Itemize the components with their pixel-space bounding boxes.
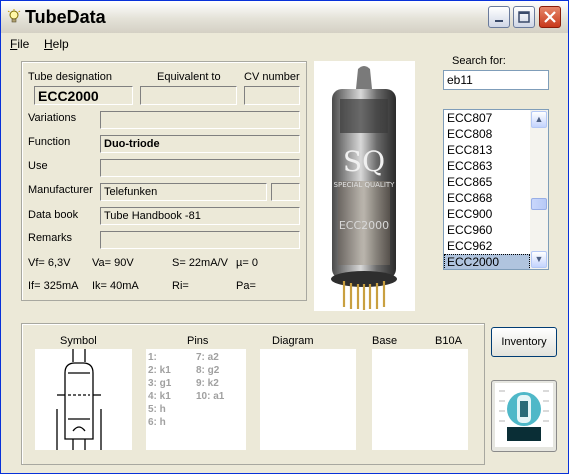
list-item[interactable]: ECC960 <box>444 222 530 238</box>
function-label: Function <box>28 136 71 148</box>
close-button[interactable] <box>539 6 561 28</box>
s-value: S= 22mA/V <box>172 257 228 269</box>
scroll-thumb[interactable] <box>531 198 547 210</box>
cv-number-label: CV number <box>244 71 300 83</box>
symbol-panel <box>35 349 132 450</box>
pins-panel: 1: 2: k1 3: g1 4: k1 5: h 6: h 7: a2 8: … <box>146 349 246 450</box>
variations-field[interactable] <box>100 111 300 129</box>
scroll-up-button[interactable]: ▲ <box>531 111 547 128</box>
base-value: B10A <box>435 335 462 347</box>
maximize-icon <box>518 11 530 23</box>
pin-entry: 1: <box>148 352 157 363</box>
title-bar[interactable]: TubeData <box>1 1 568 33</box>
menu-help[interactable]: Help <box>44 37 69 51</box>
if-value: If= 325mA <box>28 280 79 292</box>
minimize-button[interactable] <box>488 6 510 28</box>
window-title: TubeData <box>25 7 106 27</box>
pa-value: Pa= <box>236 280 256 292</box>
maximize-button[interactable] <box>513 6 535 28</box>
diagram-panel <box>260 349 356 450</box>
function-field[interactable]: Duo-triode <box>100 135 300 153</box>
minimize-icon <box>495 20 503 22</box>
pin-entry: 6: h <box>148 417 166 428</box>
list-item[interactable]: ECC962 <box>444 238 530 254</box>
tube-logo-icon <box>495 383 553 447</box>
variations-label: Variations <box>28 112 77 124</box>
use-label: Use <box>28 160 48 172</box>
chevron-up-icon: ▲ <box>534 114 544 124</box>
base-label: Base <box>372 335 398 347</box>
tube-photo: SQ SPECIAL QUALITY ECC2000 <box>314 61 415 311</box>
list-item-selected[interactable]: ECC2000 <box>444 254 530 269</box>
databook-label: Data book <box>28 209 79 221</box>
vf-value: Vf= 6,3V <box>28 257 71 269</box>
logo-button[interactable] <box>491 380 557 452</box>
menu-file[interactable]: File <box>10 37 29 51</box>
manufacturer-field[interactable]: Telefunken <box>100 183 267 201</box>
list-item[interactable]: ECC863 <box>444 158 530 174</box>
list-scrollbar[interactable]: ▲ ▼ <box>530 110 548 269</box>
symbol-label: Symbol <box>60 335 97 347</box>
pin-entry: 3: g1 <box>148 378 172 389</box>
tube-designation-field[interactable]: ECC2000 <box>34 86 133 105</box>
menu-bar: File Help <box>1 33 568 53</box>
vacuum-tube-image: SQ SPECIAL QUALITY ECC2000 <box>331 66 397 310</box>
list-item[interactable]: ECC865 <box>444 174 530 190</box>
pins-label: Pins <box>187 335 209 347</box>
pin-entry: 2: k1 <box>148 365 171 376</box>
equivalent-label: Equivalent to <box>157 71 221 83</box>
menu-help-label: elp <box>52 37 69 51</box>
tube-type-print: ECC2000 <box>339 219 389 232</box>
tube-subtitle-print: SPECIAL QUALITY <box>334 181 396 189</box>
pin-entry: 4: k1 <box>148 391 171 402</box>
inventory-button[interactable]: Inventory <box>491 327 557 357</box>
list-item[interactable]: ECC868 <box>444 190 530 206</box>
list-item[interactable]: ECC807 <box>444 110 530 126</box>
tube-list[interactable]: ECC807 ECC808 ECC813 ECC863 ECC865 ECC86… <box>443 109 549 270</box>
manufacturer-code-field[interactable] <box>271 183 300 201</box>
menu-help-hotkey: H <box>44 37 53 51</box>
manufacturer-label: Manufacturer <box>28 184 93 196</box>
pin-entry: 5: h <box>148 404 166 415</box>
tube-brand-print: SQ <box>343 145 385 178</box>
databook-field[interactable]: Tube Handbook -81 <box>100 207 300 225</box>
search-input[interactable] <box>443 70 549 90</box>
pin-entry: 8: g2 <box>196 365 220 376</box>
base-panel <box>372 349 468 450</box>
cv-number-field[interactable] <box>244 86 300 105</box>
chevron-down-icon: ▼ <box>534 254 544 264</box>
pin-entry: 9: k2 <box>196 378 219 389</box>
ik-value: Ik= 40mA <box>92 280 139 292</box>
equivalent-field[interactable] <box>140 86 237 105</box>
tube-designation-label: Tube designation <box>28 71 112 83</box>
diagram-label: Diagram <box>272 335 314 347</box>
list-item[interactable]: ECC808 <box>444 126 530 142</box>
remarks-field[interactable] <box>100 231 300 249</box>
ri-value: Ri= <box>172 280 189 292</box>
list-item[interactable]: ECC900 <box>444 206 530 222</box>
close-icon <box>544 11 556 23</box>
va-value: Va= 90V <box>92 257 134 269</box>
triode-symbol-icon <box>56 349 102 450</box>
menu-file-label: ile <box>17 37 30 51</box>
scroll-down-button[interactable]: ▼ <box>531 251 547 268</box>
list-item[interactable]: ECC813 <box>444 142 530 158</box>
search-label: Search for: <box>452 55 506 67</box>
remarks-label: Remarks <box>28 232 73 244</box>
light-bulb-icon <box>7 9 21 23</box>
mu-value: µ= 0 <box>236 257 258 269</box>
pin-entry: 7: a2 <box>196 352 219 363</box>
app-window: TubeData File Help Tube designation Equi… <box>0 0 569 474</box>
pin-entry: 10: a1 <box>196 391 225 402</box>
use-field[interactable] <box>100 159 300 177</box>
